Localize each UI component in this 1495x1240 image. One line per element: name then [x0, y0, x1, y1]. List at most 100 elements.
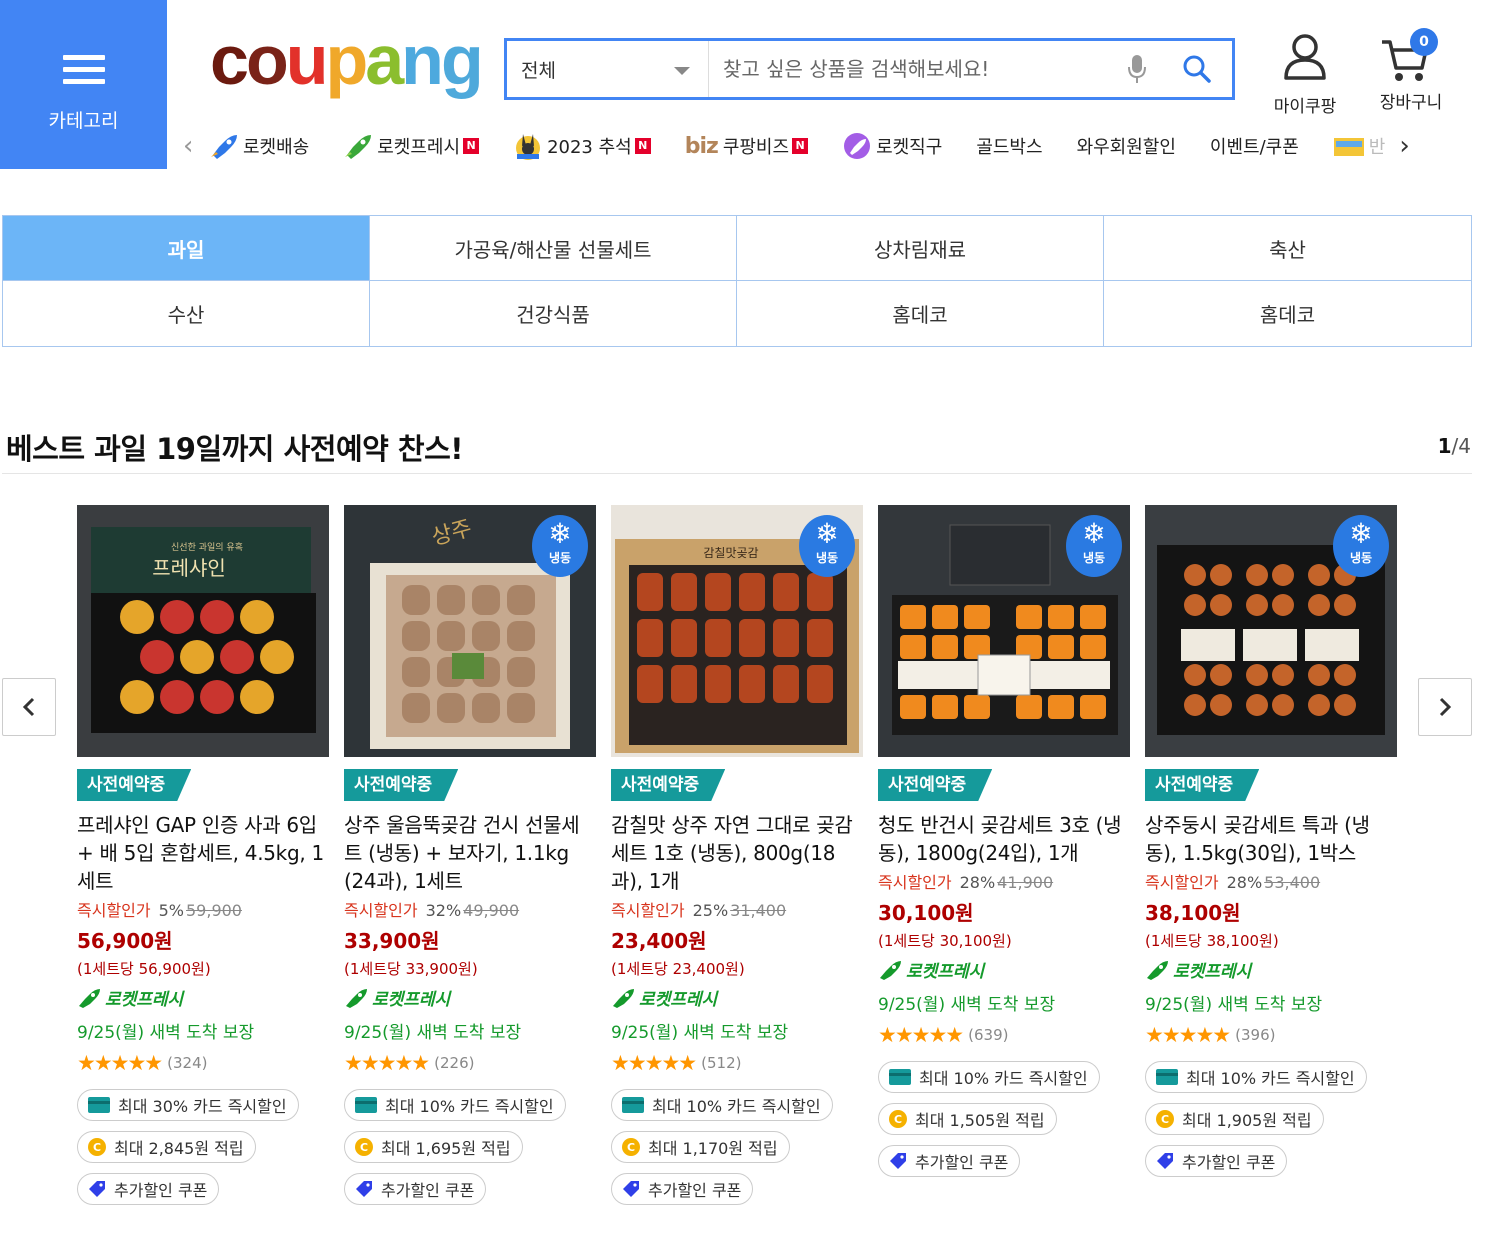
logo-letter: p — [325, 21, 368, 99]
chip-label: 추가할인 쿠폰 — [381, 1181, 475, 1200]
category-menu-button[interactable]: 카테고리 — [0, 0, 167, 169]
search-scope-select[interactable]: 전체 — [507, 41, 709, 97]
tab-processed-meat-seafood[interactable]: 가공육/해산물 선물세트 — [370, 216, 737, 281]
search-scope-value: 전체 — [521, 59, 556, 82]
carousel-prev-button[interactable] — [2, 678, 56, 736]
product-image[interactable]: 신선한 과일의 유혹 프레샤인 — [77, 505, 329, 757]
card-discount-chip[interactable]: 최대 10% 카드 즉시할인 — [344, 1089, 566, 1121]
arrival-guarantee: 9/25(월) 새벽 도착 보장 — [344, 1023, 522, 1043]
product-card[interactable]: ❄ 냉동 사전예약중 청도 반건시 곶감세트 3호 (냉동), 1800g(24입… — [878, 505, 1130, 1177]
page-current: 1 — [1437, 434, 1452, 458]
credit-card-icon — [889, 1069, 911, 1085]
unit-price: (1세트당 56,900원) — [77, 960, 211, 978]
star-rating-icon: ★★★★★ — [878, 1023, 964, 1047]
nav-rocket-delivery[interactable]: 로켓배송 — [209, 133, 309, 159]
page-total: /4 — [1451, 434, 1471, 458]
new-badge: N — [792, 138, 809, 154]
sale-icon — [1333, 134, 1365, 158]
carousel-pager: 1/4 — [1438, 434, 1471, 458]
product-name[interactable]: 상주 울음뚝곶감 건시 선물세트 (냉동) + 보자기, 1.1kg (24과)… — [344, 811, 596, 895]
chip-label: 최대 10% 카드 즉시할인 — [919, 1069, 1088, 1088]
card-discount-chip[interactable]: 최대 30% 카드 즉시할인 — [77, 1089, 299, 1121]
nav-wow-discount[interactable]: 와우회원할인 — [1077, 133, 1176, 159]
nav-chuseok[interactable]: 2023 추석 N — [513, 132, 651, 160]
chip-label: 최대 10% 카드 즉시할인 — [652, 1097, 821, 1116]
product-image[interactable]: 감칠맛곶감 ❄ 냉동 — [611, 505, 863, 757]
logo-letter: a — [365, 21, 404, 99]
rocket-label: 로켓프레시 — [105, 990, 184, 1010]
points-chip[interactable]: C 최대 2,845원 적립 — [77, 1131, 256, 1163]
rocket-fresh-badge: 로켓프레시 — [344, 985, 596, 1010]
rocket-fresh-badge: 로켓프레시 — [611, 985, 863, 1010]
product-image[interactable]: ❄ 냉동 — [878, 505, 1130, 757]
product-name[interactable]: 청도 반건시 곶감세트 3호 (냉동), 1800g(24입), 1개 — [878, 811, 1130, 867]
logo-letter: o — [245, 21, 289, 99]
search-input[interactable] — [709, 41, 1112, 97]
credit-card-icon — [88, 1097, 110, 1113]
original-price: 41,900 — [997, 873, 1054, 892]
quick-nav: ‹ 로켓배송 로켓프레시 N 2023 추석 N biz 쿠팡비즈 N 로켓직구… — [183, 128, 1455, 164]
card-discount-chip[interactable]: 최대 10% 카드 즉시할인 — [1145, 1061, 1367, 1093]
unit-price: (1세트당 33,900원) — [344, 960, 478, 978]
search-icon[interactable] — [1162, 54, 1232, 84]
frozen-label: 냉동 — [1349, 551, 1373, 565]
card-discount-chip[interactable]: 최대 10% 카드 즉시할인 — [611, 1089, 833, 1121]
points-chip[interactable]: C 최대 1,170원 적립 — [611, 1131, 790, 1163]
product-name[interactable]: 프레샤인 GAP 인증 사과 6입 + 배 5입 혼합세트, 4.5kg, 1세… — [77, 811, 329, 895]
coupon-chip[interactable]: 추가할인 쿠폰 — [344, 1173, 487, 1205]
nav-more[interactable]: 반 — [1333, 133, 1386, 159]
points-chip[interactable]: C 최대 1,505원 적립 — [878, 1103, 1057, 1135]
snowflake-icon: ❄ — [548, 517, 572, 550]
tab-home-deco-2[interactable]: 홈데코 — [1104, 281, 1471, 346]
coupang-logo[interactable]: coupang — [210, 25, 484, 95]
nav-rocket-fresh[interactable]: 로켓프레시 N — [343, 133, 480, 159]
carousel-next-button[interactable] — [1418, 678, 1472, 736]
my-coupang-label: 마이쿠팡 — [1273, 97, 1337, 117]
rating: ★★★★★ (512) — [611, 1051, 863, 1075]
cart-link[interactable]: 0 장바구니 — [1368, 28, 1454, 113]
tab-fruit[interactable]: 과일 — [3, 216, 370, 281]
discount-percent: 32% — [425, 901, 462, 920]
product-card[interactable]: 신선한 과일의 유혹 프레샤인 사전예약중 프레샤인 GAP 인증 사과 6입 … — [77, 505, 329, 1205]
svg-text:C: C — [1161, 1113, 1169, 1126]
microphone-icon[interactable] — [1112, 54, 1162, 84]
my-coupang-link[interactable]: 마이쿠팡 — [1262, 32, 1348, 117]
chevron-right-icon[interactable]: › — [1399, 131, 1425, 161]
rocket-label: 로켓프레시 — [639, 990, 718, 1010]
tab-home-deco[interactable]: 홈데코 — [737, 281, 1104, 346]
rating: ★★★★★ (639) — [878, 1023, 1130, 1047]
chip-label: 추가할인 쿠폰 — [1182, 1153, 1276, 1172]
logo-letter: n — [401, 21, 444, 99]
chip-label: 최대 10% 카드 즉시할인 — [385, 1097, 554, 1116]
svg-text:신선한 과일의 유혹: 신선한 과일의 유혹 — [171, 541, 243, 553]
nav-rocket-global[interactable]: 로켓직구 — [842, 132, 942, 160]
nav-label: 반 — [1368, 137, 1386, 158]
coupon-chip[interactable]: 추가할인 쿠폰 — [77, 1173, 220, 1205]
points-chip[interactable]: C 최대 1,695원 적립 — [344, 1131, 523, 1163]
points-chip[interactable]: C 최대 1,905원 적립 — [1145, 1103, 1324, 1135]
nav-label: 로켓배송 — [243, 137, 310, 158]
coupon-chip[interactable]: 추가할인 쿠폰 — [611, 1173, 754, 1205]
tab-health-food[interactable]: 건강식품 — [370, 281, 737, 346]
nav-coupang-biz[interactable]: biz 쿠팡비즈 N — [685, 133, 809, 159]
new-badge: N — [463, 138, 480, 154]
product-name[interactable]: 감칠맛 상주 자연 그대로 곶감 세트 1호 (냉동), 800g(18과), … — [611, 811, 863, 895]
category-menu-label: 카테고리 — [48, 110, 119, 132]
tab-seafood[interactable]: 수산 — [3, 281, 370, 346]
product-card[interactable]: 감칠맛곶감 ❄ 냉동 사전예약중 감칠맛 상주 자연 그대로 곶감 세트 1호 (… — [611, 505, 863, 1205]
product-card[interactable]: ❄ 냉동 사전예약중 상주둥시 곶감세트 특과 (냉동), 1.5kg(30입),… — [1145, 505, 1397, 1177]
tab-livestock[interactable]: 축산 — [1104, 216, 1471, 281]
card-discount-chip[interactable]: 최대 10% 카드 즉시할인 — [878, 1061, 1100, 1093]
product-image[interactable]: 상주 ❄ 냉동 — [344, 505, 596, 757]
product-card[interactable]: 상주 ❄ 냉동 사전예약중 상주 울음뚝곶감 건시 선물세트 (냉동) + 보자기… — [344, 505, 596, 1205]
nav-goldbox[interactable]: 골드박스 — [976, 133, 1042, 159]
credit-card-icon — [355, 1097, 377, 1113]
nav-events-coupons[interactable]: 이벤트/쿠폰 — [1210, 133, 1299, 159]
coupon-chip[interactable]: 추가할인 쿠폰 — [1145, 1145, 1288, 1177]
coupon-chip[interactable]: 추가할인 쿠폰 — [878, 1145, 1021, 1177]
sale-price: 56,900원 — [77, 929, 173, 953]
chevron-left-icon[interactable]: ‹ — [183, 131, 209, 161]
tab-table-ingredients[interactable]: 상차림재료 — [737, 216, 1104, 281]
product-image[interactable]: ❄ 냉동 — [1145, 505, 1397, 757]
product-name[interactable]: 상주둥시 곶감세트 특과 (냉동), 1.5kg(30입), 1박스 — [1145, 811, 1397, 867]
